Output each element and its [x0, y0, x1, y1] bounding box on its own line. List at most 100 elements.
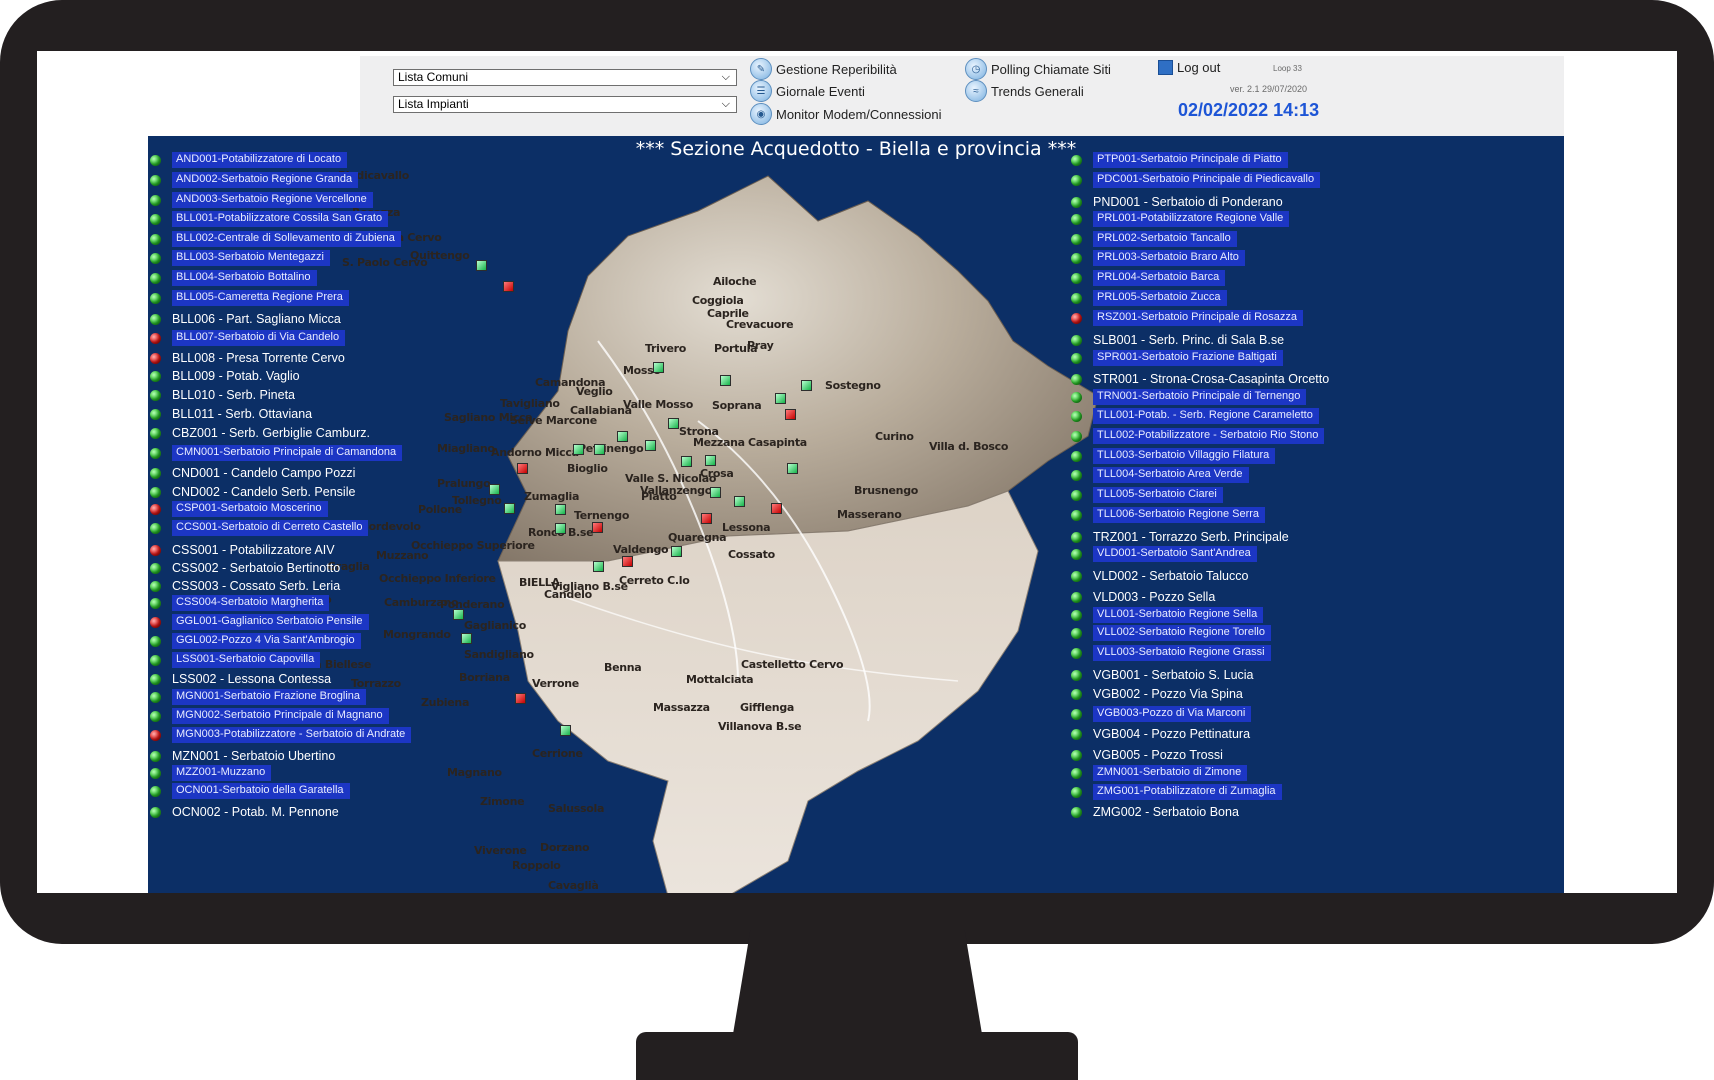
site-label[interactable]: AND001-Potabilizzatore di Locato	[172, 152, 348, 168]
site-row[interactable]: PRL004-Serbatoio Barca	[1071, 270, 1226, 286]
map-site-marker-red[interactable]	[503, 281, 514, 292]
site-label[interactable]: BLL004-Serbatoio Bottalino	[172, 270, 317, 286]
site-row[interactable]: VLD001-Serbatoio Sant'Andrea	[1071, 546, 1257, 562]
site-row[interactable]: CND001 - Candelo Campo Pozzi	[150, 465, 355, 481]
site-label[interactable]: VLL001-Serbatoio Regione Sella	[1093, 607, 1264, 623]
site-row[interactable]: PRL002-Serbatoio Tancallo	[1071, 231, 1237, 247]
map-site-marker-green[interactable]	[720, 375, 731, 386]
site-label[interactable]: BLL009 - Potab. Vaglio	[172, 369, 300, 383]
site-row[interactable]: TRN001-Serbatoio Principale di Ternengo	[1071, 389, 1307, 405]
map-site-marker-green[interactable]	[801, 380, 812, 391]
site-row[interactable]: TLL005-Serbatoio Ciarei	[1071, 487, 1223, 503]
site-label[interactable]: GGL001-Gaglianico Serbatoio Pensile	[172, 614, 369, 630]
site-row[interactable]: VLL001-Serbatoio Regione Sella	[1071, 607, 1264, 623]
map-site-marker-green[interactable]	[734, 496, 745, 507]
site-label[interactable]: MGN001-Serbatoio Frazione Broglina	[172, 689, 367, 705]
monitor-modem-link[interactable]: ◉ Monitor Modem/Connessioni	[750, 103, 941, 125]
site-row[interactable]: MZZ001-Muzzano	[150, 765, 272, 781]
site-label[interactable]: CBZ001 - Serb. Gerbiglie Camburz.	[172, 426, 370, 440]
site-row[interactable]: MGN002-Serbatoio Principale di Magnano	[150, 708, 389, 724]
map-site-marker-red[interactable]	[701, 513, 712, 524]
site-row[interactable]: CMN001-Serbatoio Principale di Camandona	[150, 445, 403, 461]
site-label[interactable]: ZMG002 - Serbatoio Bona	[1093, 805, 1239, 819]
site-row[interactable]: VGB002 - Pozzo Via Spina	[1071, 686, 1243, 702]
site-label[interactable]: CSP001-Serbatoio Moscerino	[172, 501, 328, 517]
site-row[interactable]: VLD002 - Serbatoio Talucco	[1071, 568, 1248, 584]
site-row[interactable]: BLL010 - Serb. Pineta	[150, 387, 295, 403]
site-label[interactable]: PTP001-Serbatoio Principale di Piatto	[1093, 152, 1288, 168]
site-row[interactable]: GGL001-Gaglianico Serbatoio Pensile	[150, 614, 369, 630]
site-label[interactable]: VLL002-Serbatoio Regione Torello	[1093, 625, 1271, 641]
map-site-marker-green[interactable]	[476, 260, 487, 271]
map-site-marker-green[interactable]	[710, 487, 721, 498]
site-label[interactable]: VGB004 - Pozzo Pettinatura	[1093, 727, 1250, 741]
site-row[interactable]: CBZ001 - Serb. Gerbiglie Camburz.	[150, 425, 370, 441]
site-label[interactable]: TRZ001 - Torrazzo Serb. Principale	[1093, 530, 1289, 544]
site-row[interactable]: AND001-Potabilizzatore di Locato	[150, 152, 348, 168]
map-site-marker-green[interactable]	[555, 523, 566, 534]
map-site-marker-green[interactable]	[593, 561, 604, 572]
site-label[interactable]: GGL002-Pozzo 4 Via Sant'Ambrogio	[172, 633, 361, 649]
site-row[interactable]: BLL007-Serbatoio di Via Candelo	[150, 330, 346, 346]
site-label[interactable]: PND001 - Serbatoio di Ponderano	[1093, 195, 1283, 209]
site-row[interactable]: ZMG001-Potabilizzatore di Zumaglia	[1071, 784, 1282, 800]
map-site-marker-green[interactable]	[594, 444, 605, 455]
site-row[interactable]: PRL003-Serbatoio Braro Alto	[1071, 250, 1245, 266]
site-row[interactable]: BLL008 - Presa Torrente Cervo	[150, 350, 345, 366]
site-row[interactable]: BLL006 - Part. Sagliano Micca	[150, 311, 341, 327]
site-row[interactable]: MGN001-Serbatoio Frazione Broglina	[150, 689, 367, 705]
site-row[interactable]: BLL001-Potabilizzatore Cossila San Grato	[150, 211, 389, 227]
site-row[interactable]: CCS001-Serbatoio di Cerreto Castello	[150, 520, 369, 536]
map-site-marker-green[interactable]	[705, 455, 716, 466]
site-label[interactable]: MZN001 - Serbatoio Ubertino	[172, 749, 335, 763]
site-label[interactable]: ZMG001-Potabilizzatore di Zumaglia	[1093, 784, 1282, 800]
site-row[interactable]: MGN003-Potabilizzatore - Serbatoio di An…	[150, 727, 412, 743]
site-label[interactable]: VLD003 - Pozzo Sella	[1093, 590, 1215, 604]
site-label[interactable]: BLL010 - Serb. Pineta	[172, 388, 295, 402]
site-row[interactable]: CSS003 - Cossato Serb. Leria	[150, 578, 340, 594]
logout-link[interactable]: Log out	[1158, 60, 1220, 75]
site-row[interactable]: BLL002-Centrale di Sollevamento di Zubie…	[150, 231, 401, 247]
gestione-reperibilita-link[interactable]: ✎ Gestione Reperibilità	[750, 58, 897, 80]
site-row[interactable]: VGB003-Pozzo di Via Marconi	[1071, 706, 1252, 722]
site-label[interactable]: AND002-Serbatoio Regione Granda	[172, 172, 359, 188]
lista-impianti-select[interactable]: Lista Impianti ⌵	[393, 96, 737, 113]
site-row[interactable]: ZMN001-Serbatoio di Zimone	[1071, 765, 1248, 781]
site-label[interactable]: PRL002-Serbatoio Tancallo	[1093, 231, 1237, 247]
site-row[interactable]: TLL003-Serbatoio Villaggio Filatura	[1071, 448, 1276, 464]
site-label[interactable]: CCS001-Serbatoio di Cerreto Castello	[172, 520, 369, 536]
site-label[interactable]: RSZ001-Serbatoio Principale di Rosazza	[1093, 310, 1303, 326]
site-row[interactable]: PRL001-Potabilizzatore Regione Valle	[1071, 211, 1290, 227]
site-label[interactable]: CSS003 - Cossato Serb. Leria	[172, 579, 340, 593]
site-row[interactable]: MZN001 - Serbatoio Ubertino	[150, 748, 335, 764]
site-label[interactable]: BLL008 - Presa Torrente Cervo	[172, 351, 345, 365]
site-row[interactable]: GGL002-Pozzo 4 Via Sant'Ambrogio	[150, 633, 361, 649]
site-label[interactable]: TLL003-Serbatoio Villaggio Filatura	[1093, 448, 1276, 464]
map-site-marker-red[interactable]	[517, 463, 528, 474]
site-label[interactable]: TLL004-Serbatoio Area Verde	[1093, 467, 1249, 483]
site-row[interactable]: AND002-Serbatoio Regione Granda	[150, 172, 359, 188]
site-row[interactable]: CND002 - Candelo Serb. Pensile	[150, 484, 355, 500]
site-label[interactable]: CSS002 - Serbatoio Bertinotto	[172, 561, 340, 575]
site-label[interactable]: OCN001-Serbatoio della Garatella	[172, 783, 350, 799]
site-label[interactable]: CMN001-Serbatoio Principale di Camandona	[172, 445, 403, 461]
lista-comuni-select[interactable]: Lista Comuni ⌵	[393, 69, 737, 86]
site-row[interactable]: SLB001 - Serb. Princ. di Sala B.se	[1071, 332, 1284, 348]
map-site-marker-red[interactable]	[515, 693, 526, 704]
site-row[interactable]: ZMG002 - Serbatoio Bona	[1071, 804, 1239, 820]
site-label[interactable]: TRN001-Serbatoio Principale di Ternengo	[1093, 389, 1307, 405]
trends-generali-link[interactable]: ≈ Trends Generali	[965, 80, 1084, 102]
map-site-marker-green[interactable]	[504, 503, 515, 514]
site-label[interactable]: AND003-Serbatoio Regione Vercellone	[172, 192, 373, 208]
site-label[interactable]: BLL005-Cameretta Regione Prera	[172, 290, 349, 306]
site-label[interactable]: BLL007-Serbatoio di Via Candelo	[172, 330, 346, 346]
site-label[interactable]: SPR001-Serbatoio Frazione Baltigati	[1093, 350, 1283, 366]
site-row[interactable]: VGB004 - Pozzo Pettinatura	[1071, 726, 1250, 742]
map-site-marker-red[interactable]	[622, 556, 633, 567]
map-site-marker-green[interactable]	[560, 725, 571, 736]
site-label[interactable]: VLD002 - Serbatoio Talucco	[1093, 569, 1248, 583]
site-label[interactable]: VGB002 - Pozzo Via Spina	[1093, 687, 1243, 701]
site-label[interactable]: TLL002-Potabilizzatore - Serbatoio Rio S…	[1093, 428, 1325, 444]
map-site-marker-green[interactable]	[671, 546, 682, 557]
site-label[interactable]: VGB001 - Serbatoio S. Lucia	[1093, 668, 1254, 682]
